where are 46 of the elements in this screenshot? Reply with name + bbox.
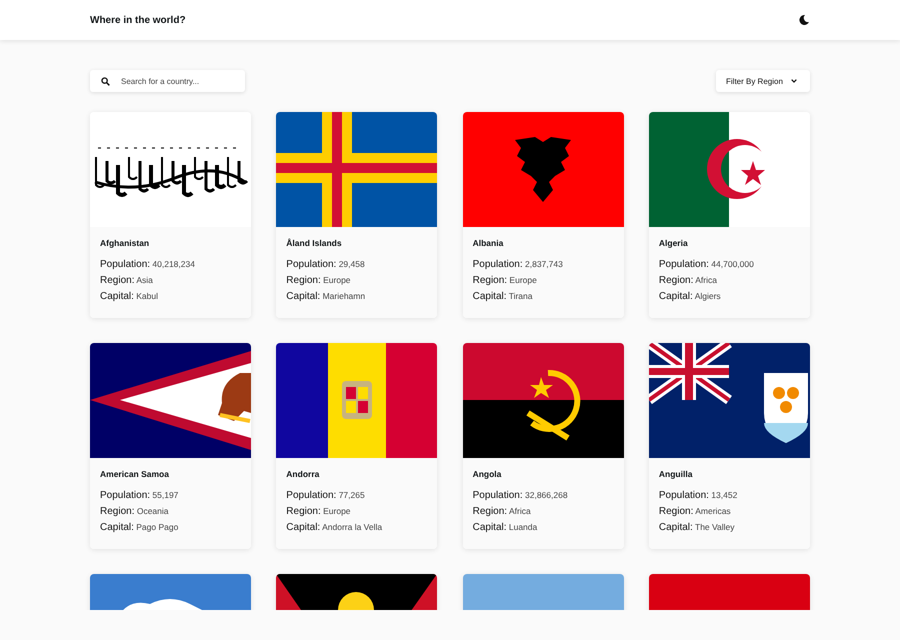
country-card[interactable]: Andorra Population: 77,265 Region: Europe Capital: Andorra la Vella	[276, 343, 438, 549]
country-card[interactable]: Afghanistan Population: 40,218,234 Region: Asia Capital: Kabul	[90, 112, 251, 318]
country-name: Albania	[472, 238, 504, 248]
country-detail: Region: Africa	[472, 505, 532, 518]
country-card[interactable]: Angola Population: 32,866,268 Region: Africa Capital: Luanda	[462, 343, 624, 549]
country-card[interactable]: Albania Population: 2,837,743 Region: Europe Capital: Tirana	[462, 112, 624, 318]
country-detail: Region: Europe	[286, 505, 352, 518]
country-detail: Population: 29,458	[286, 258, 366, 271]
country-detail: Capital: Luanda	[472, 521, 538, 534]
country-detail: Region: Europe	[472, 274, 538, 287]
country-detail: Capital: Algiers	[658, 290, 722, 303]
country-detail: Capital: Mariehamn	[286, 290, 366, 303]
country-detail: Population: 32,866,268	[472, 489, 569, 502]
country-detail: Region: Africa	[658, 274, 718, 287]
country-detail: Region: Europe	[286, 274, 352, 287]
country-detail: Capital: Kabul	[100, 290, 160, 303]
country-detail: Population: 2,837,743	[472, 258, 564, 271]
country-detail: Region: Oceania	[100, 505, 170, 518]
country-card[interactable]: Åland Islands Population: 29,458 Region: Europe Capital: Mariehamn	[276, 112, 438, 318]
country-detail: Capital: Pago Pago	[100, 521, 180, 534]
moon-icon[interactable]	[798, 14, 810, 26]
country-name: Åland Islands	[286, 238, 343, 248]
country-detail: Population: 44,700,000	[658, 258, 755, 271]
search-icon	[101, 77, 110, 86]
country-detail: Population: 77,265	[286, 489, 366, 502]
country-detail: Population: 55,197	[100, 489, 180, 502]
country-card[interactable]: American Samoa Population: 55,197 Region: Oceania Capital: Pago Pago	[90, 343, 251, 549]
search-field[interactable]: Search for a country...	[90, 70, 245, 92]
country-card[interactable]: Anguilla Population: 13,452 Region: Americas Capital: The Valley	[648, 343, 810, 549]
country-detail: Population: 40,218,234	[100, 258, 196, 271]
country-detail: Capital: Tirana	[472, 290, 534, 303]
country-card[interactable]: Algeria Population: 44,700,000 Region: Africa Capital: Algiers	[648, 112, 810, 318]
country-detail: Population: 13,452	[658, 489, 738, 502]
country-name: Algeria	[658, 238, 689, 248]
app-title: Where in the world?	[90, 14, 186, 26]
country-detail: Capital: Andorra la Vella	[286, 521, 384, 534]
country-name: Afghanistan	[100, 238, 150, 248]
country-name: Angola	[472, 469, 502, 479]
country-detail: Region: Americas	[658, 505, 732, 518]
country-name: Anguilla	[658, 469, 694, 479]
chevron-down-icon	[790, 79, 797, 83]
country-detail: Region: Asia	[100, 274, 154, 287]
region-filter-dropdown[interactable]: Filter By Region	[716, 70, 810, 92]
country-detail: Capital: The Valley	[658, 521, 736, 534]
country-name: American Samoa	[100, 469, 170, 479]
country-name: Andorra	[286, 469, 320, 479]
